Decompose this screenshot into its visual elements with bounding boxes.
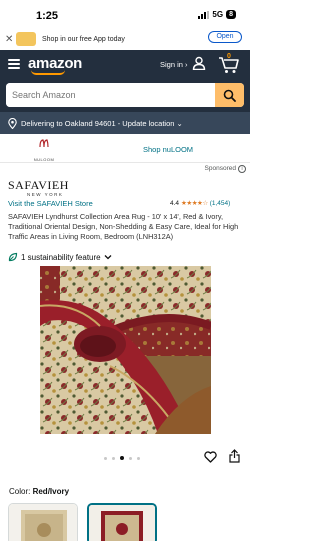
cart-count: 0 [227,53,231,60]
color-label: Color: [9,487,31,496]
sponsored-label: Sponsored [204,165,236,172]
search-input[interactable] [6,83,215,107]
shop-nuloom-link[interactable]: Shop nuLOOM [143,145,193,154]
color-value: Red/Ivory [32,487,70,496]
rating-count[interactable]: (1,454) [210,200,231,207]
rating[interactable]: 4.4 ★★★★☆ (1,454) [170,199,231,208]
search-button[interactable] [215,83,244,107]
swatch-image [9,504,77,541]
location-pin-icon [8,117,17,129]
nuloom-logo: NULOOM [30,139,58,166]
color-swatch-beige[interactable] [8,503,78,541]
battery-icon: 8 [226,10,236,19]
search-bar [0,80,250,112]
delivery-text: Delivering to Oakland 94601 - Update loc… [21,118,183,128]
product-image[interactable] [40,266,211,434]
brand-subtitle: NEW YORK [27,192,64,197]
store-rating-row: Visit the SAFAVIEH Store 4.4 ★★★★☆ (1,45… [0,199,250,211]
carousel-dots [104,456,140,460]
search-box [6,83,244,107]
nuloom-logo-mark [39,139,49,148]
close-icon[interactable]: ✕ [5,34,13,45]
app-logo [16,32,36,46]
brand-logo[interactable]: SAFAVIEH NEW YORK [0,175,250,199]
color-swatch-red-ivory[interactable] [87,503,157,541]
star-rating-icon: ★★★★☆ [181,200,208,207]
open-app-button[interactable]: Open [208,31,242,43]
carousel-dot[interactable] [104,456,107,460]
logo-smile [31,70,65,75]
carousel-dot[interactable] [112,456,115,460]
status-bar: 1:25 5G 8 [0,0,250,30]
brand-name: SAFAVIEH [8,178,69,192]
header: amazon Sign in › 0 [0,50,250,80]
carousel-dot[interactable] [137,456,140,460]
color-selector-label: Color: Red/Ivory [9,487,69,496]
sponsored-row: Sponsored i [0,163,250,175]
status-indicators: 5G 8 [198,10,236,19]
app-banner-text: Shop in our free App today [42,36,125,43]
status-time: 1:25 [36,10,59,22]
store-link[interactable]: Visit the SAFAVIEH Store [8,199,93,208]
swatch-image [89,505,155,541]
network-label: 5G [212,10,224,19]
signal-icon [198,10,210,19]
nuloom-logo-text: NULOOM [33,157,55,162]
carousel-dot-active[interactable] [120,456,124,460]
product-title: SAFAVIEH Lyndhurst Collection Area Rug -… [8,212,239,241]
user-icon[interactable] [192,56,206,70]
chevron-down-icon [104,255,112,260]
search-icon [223,89,236,102]
sustainability-label: 1 sustainability feature [21,252,101,262]
app-banner: ✕ Shop in our free App today Open [0,30,250,50]
info-icon[interactable]: i [238,165,246,173]
share-icon[interactable] [229,449,240,463]
heart-icon[interactable] [204,451,217,463]
carousel-dot[interactable] [129,456,132,460]
rating-value: 4.4 [170,199,180,207]
delivery-location-bar[interactable]: Delivering to Oakland 94601 - Update loc… [0,112,250,134]
sponsored-brand-banner[interactable]: NULOOM Shop nuLOOM [0,134,250,163]
rug-illustration [40,266,211,434]
sustainability-row[interactable]: 1 sustainability feature [0,249,250,265]
sign-in-link[interactable]: Sign in › [160,60,188,69]
leaf-icon [8,252,18,262]
menu-icon[interactable] [8,59,20,69]
